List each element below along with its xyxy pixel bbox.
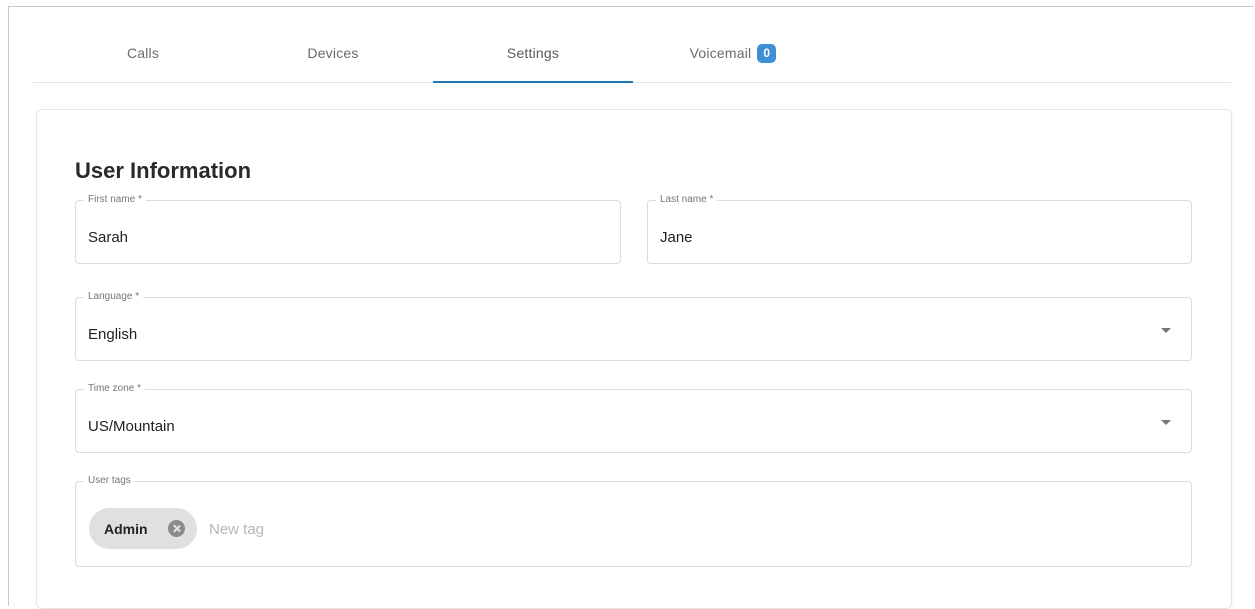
tag-chip-label: Admin bbox=[104, 520, 148, 537]
tab-devices-label: Devices bbox=[307, 45, 359, 61]
first-name-field[interactable]: First name * Sarah bbox=[75, 194, 621, 264]
active-tab-indicator bbox=[433, 81, 633, 83]
chevron-down-icon[interactable] bbox=[1161, 328, 1171, 333]
voicemail-count-badge: 0 bbox=[757, 43, 777, 63]
last-name-field[interactable]: Last name * Jane bbox=[647, 194, 1192, 264]
user-tags-label: User tags bbox=[84, 475, 135, 487]
new-tag-input[interactable] bbox=[207, 512, 611, 546]
time-zone-value: US/Mountain bbox=[88, 417, 175, 435]
last-name-value: Jane bbox=[660, 228, 693, 246]
tab-voicemail-label: Voicemail bbox=[689, 45, 752, 61]
language-select[interactable]: Language * English bbox=[75, 291, 1192, 361]
language-value: English bbox=[88, 325, 138, 343]
user-tags-field[interactable]: User tags Admin bbox=[75, 475, 1192, 567]
section-title: User Information bbox=[75, 158, 252, 183]
tab-settings[interactable]: Settings bbox=[433, 30, 633, 83]
tab-bar: Calls Devices Settings Voicemail 0 bbox=[33, 30, 1231, 83]
close-circle-icon[interactable] bbox=[168, 520, 185, 537]
chevron-down-icon[interactable] bbox=[1161, 420, 1171, 425]
tab-calls-label: Calls bbox=[126, 45, 160, 61]
tab-devices[interactable]: Devices bbox=[233, 30, 433, 82]
first-name-value: Sarah bbox=[88, 228, 129, 246]
tab-settings-label: Settings bbox=[506, 45, 560, 61]
time-zone-select[interactable]: Time zone * US/Mountain bbox=[75, 383, 1192, 453]
tab-calls[interactable]: Calls bbox=[43, 30, 243, 82]
tag-chip-admin[interactable]: Admin bbox=[89, 508, 197, 549]
tab-voicemail[interactable]: Voicemail 0 bbox=[633, 30, 833, 82]
